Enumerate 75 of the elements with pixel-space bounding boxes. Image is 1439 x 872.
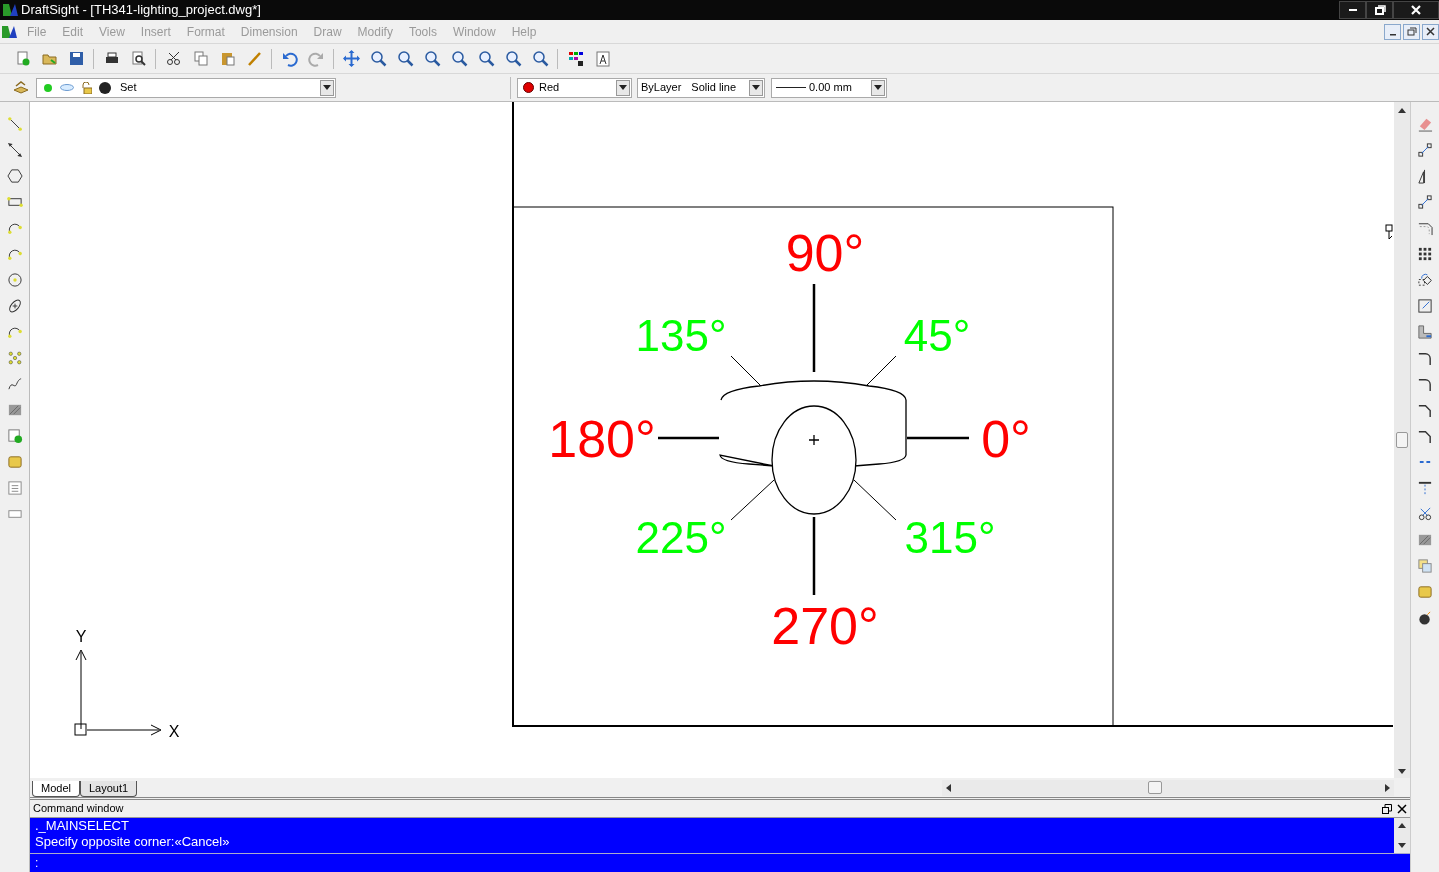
restore-button[interactable]	[1366, 1, 1393, 19]
sheet-tab[interactable]: Model	[32, 781, 80, 797]
angle-label: 270°	[771, 596, 879, 655]
menu-item[interactable]: View	[93, 22, 131, 41]
scroll-right-icon	[1385, 784, 1390, 792]
angle-label: 315°	[904, 512, 996, 562]
angle-label: 0°	[981, 409, 1031, 468]
menu-item[interactable]: Insert	[134, 22, 177, 41]
float-button[interactable]	[1380, 801, 1394, 816]
close-icon	[1408, 3, 1424, 17]
angle-line	[658, 436, 719, 440]
minimize-button[interactable]	[1339, 1, 1366, 19]
angle-label: 135°	[635, 310, 727, 360]
color-name: Red	[539, 80, 560, 96]
angle-line	[907, 436, 969, 440]
command-line: ._MAINSELECT	[35, 818, 130, 834]
window-title: DraftSight - [TH341-lighting_project.dwg*]	[21, 1, 261, 20]
angle-label: 225°	[635, 512, 727, 562]
angle-line	[865, 355, 897, 387]
minimize-icon	[1348, 9, 1357, 11]
app-logo-icon	[2, 3, 18, 17]
command-scrollbar[interactable]	[1394, 818, 1410, 853]
layer-dropdown[interactable]: Set	[36, 77, 336, 98]
command-line: Specify opposite corner:«Cancel»	[35, 834, 231, 850]
menu-item[interactable]: Tools	[402, 22, 443, 41]
close-button[interactable]	[1395, 801, 1409, 816]
ucs-origin-marker	[74, 723, 87, 736]
line-weight-dropdown[interactable]: 0.00 mm	[771, 77, 887, 98]
angle-label: 90°	[785, 223, 865, 282]
scroll-down-icon	[1398, 843, 1406, 848]
menu-item[interactable]: Format	[180, 22, 231, 41]
angle-line	[730, 355, 762, 387]
menu-item[interactable]: Edit	[56, 22, 90, 41]
scroll-left-icon	[946, 784, 952, 792]
scroll-up-icon	[1398, 108, 1406, 113]
restore-icon	[1404, 25, 1419, 38]
angle-line	[853, 479, 897, 521]
command-prompt: :	[35, 857, 39, 869]
layer-name: Set	[120, 80, 137, 96]
freeze-icon	[60, 84, 74, 91]
lock-icon	[80, 81, 92, 94]
sheet-tab[interactable]: Layout1	[79, 781, 138, 797]
line-sample	[776, 87, 806, 88]
horizontal-scrollbar[interactable]	[942, 780, 1394, 796]
menu-item[interactable]: Window	[446, 22, 502, 41]
layer-on-icon	[44, 83, 52, 92]
angle-line	[730, 479, 775, 521]
menu-item[interactable]: Modify	[351, 22, 399, 41]
close-button[interactable]	[1422, 23, 1439, 40]
menu-item[interactable]: File	[21, 22, 53, 41]
color-dropdown[interactable]: Red	[517, 77, 632, 98]
menu-item[interactable]: Help	[505, 22, 543, 41]
line-weight-value: 0.00 mm	[809, 80, 852, 96]
x-axis-label: X	[168, 723, 180, 740]
close-button[interactable]	[1393, 1, 1439, 19]
line-color-value: ByLayer	[641, 80, 682, 96]
y-axis-label: Y	[75, 628, 87, 645]
vertical-scrollbar[interactable]	[1394, 102, 1410, 778]
scroll-thumb[interactable]	[1396, 432, 1408, 448]
scroll-thumb[interactable]	[1148, 781, 1163, 794]
close-icon	[1423, 25, 1438, 38]
app-logo-icon	[1, 24, 17, 39]
layer-color-icon	[99, 81, 111, 94]
minimize-icon	[1389, 34, 1396, 36]
line-style-value: Solid line	[691, 80, 736, 96]
command-window-title: Command window	[33, 801, 124, 817]
menu-item[interactable]: Dimension	[234, 22, 304, 41]
scroll-up-icon	[1398, 823, 1406, 828]
angle-label: 45°	[903, 310, 971, 360]
angle-label: 180°	[548, 409, 656, 468]
menu-item[interactable]: Draw	[307, 22, 348, 41]
line-style-dropdown[interactable]: ByLayer Solid line	[637, 77, 765, 98]
scroll-down-icon	[1398, 769, 1406, 774]
cursor-marker-icon	[1385, 224, 1393, 240]
command-input[interactable]: :	[30, 854, 1410, 872]
